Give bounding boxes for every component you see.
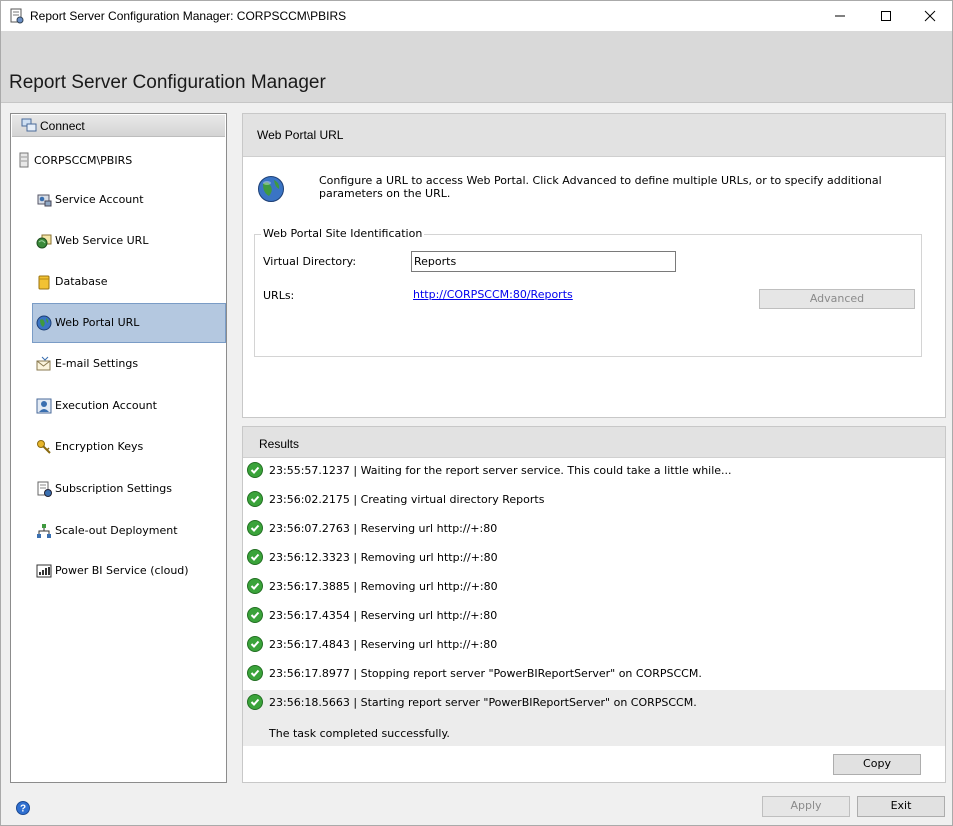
- result-row: 23:56:17.4354 | Reserving url http://+:8…: [243, 603, 945, 631]
- database-icon: [38, 275, 50, 290]
- panel-title: Web Portal URL: [257, 128, 344, 142]
- sidebar-item-subscription-settings[interactable]: Subscription Settings: [32, 469, 226, 509]
- result-text: 23:56:17.3885 | Removing url http://+:80: [269, 580, 498, 593]
- server-icon: [19, 152, 29, 168]
- minimize-icon: [835, 15, 845, 17]
- success-check-icon: [247, 694, 263, 710]
- sidebar-item-label: E-mail Settings: [55, 357, 139, 370]
- result-row: 23:56:18.5663 | Starting report server "…: [243, 690, 945, 746]
- result-row: 23:56:17.8977 | Stopping report server "…: [243, 661, 945, 689]
- connect-button[interactable]: Connect: [12, 115, 225, 137]
- maximize-button[interactable]: [863, 1, 909, 31]
- web-portal-panel: Web Portal URL Configure a URL to access…: [242, 113, 946, 418]
- success-check-icon: [247, 665, 263, 681]
- result-row: 23:56:17.4843 | Reserving url http://+:8…: [243, 632, 945, 660]
- panel-header: Web Portal URL: [243, 114, 945, 157]
- success-check-icon: [247, 578, 263, 594]
- web-service-icon: [36, 234, 52, 249]
- subscription-icon: [37, 481, 52, 497]
- sidebar-item-label: Web Portal URL: [55, 316, 140, 329]
- powerbi-icon: [36, 564, 52, 578]
- sidebar-item-scale-out-deployment[interactable]: Scale-out Deployment: [32, 511, 226, 551]
- success-check-icon: [247, 520, 263, 536]
- sidebar-item-label: Encryption Keys: [55, 440, 144, 453]
- copy-button[interactable]: Copy: [833, 754, 921, 775]
- header-band: Report Server Configuration Manager: [1, 31, 952, 103]
- connect-label: Connect: [40, 119, 85, 133]
- app-icon: [10, 8, 24, 24]
- result-text: 23:55:57.1237 | Waiting for the report s…: [269, 464, 732, 477]
- sidebar-item-execution-account[interactable]: Execution Account: [32, 386, 226, 426]
- virtual-directory-input[interactable]: Reports: [411, 251, 676, 272]
- close-icon: [924, 10, 936, 22]
- sidebar-item-web-portal-url[interactable]: Web Portal URL: [32, 303, 226, 343]
- web-portal-url-link[interactable]: http://CORPSCCM:80/Reports: [413, 288, 573, 301]
- sidebar-item-power-bi-service[interactable]: Power BI Service (cloud): [32, 551, 226, 591]
- completion-message: The task completed successfully.: [269, 727, 450, 740]
- results-title: Results: [259, 437, 300, 451]
- sidebar-item-database[interactable]: Database: [32, 262, 226, 302]
- service-account-icon: [37, 194, 52, 207]
- result-text: 23:56:02.2175 | Creating virtual directo…: [269, 493, 545, 506]
- sidebar-item-label: Subscription Settings: [55, 482, 172, 495]
- globe-icon: [36, 315, 52, 331]
- window-title: Report Server Configuration Manager: COR…: [30, 9, 347, 23]
- result-row: 23:55:57.1237 | Waiting for the report s…: [243, 458, 945, 486]
- result-row: 23:56:07.2763 | Reserving url http://+:8…: [243, 516, 945, 544]
- server-name: CORPSCCM\PBIRS: [34, 154, 133, 167]
- result-row: 23:56:02.2175 | Creating virtual directo…: [243, 487, 945, 515]
- success-check-icon: [247, 491, 263, 507]
- sidebar: Connect CORPSCCM\PBIRS Service Account W…: [10, 113, 227, 783]
- success-check-icon: [247, 462, 263, 478]
- results-header: Results: [243, 427, 945, 458]
- sidebar-item-label: Database: [55, 275, 108, 288]
- result-text: 23:56:18.5663 | Starting report server "…: [269, 696, 697, 709]
- sidebar-item-label: Web Service URL: [55, 234, 149, 247]
- maximize-icon: [881, 11, 891, 21]
- sidebar-item-encryption-keys[interactable]: Encryption Keys: [32, 427, 226, 467]
- result-text: 23:56:17.8977 | Stopping report server "…: [269, 667, 702, 680]
- success-check-icon: [247, 549, 263, 565]
- email-icon: [36, 356, 51, 371]
- success-check-icon: [247, 607, 263, 623]
- sidebar-item-label: Scale-out Deployment: [55, 524, 178, 537]
- results-panel: Results 23:55:57.1237 | Waiting for the …: [242, 426, 946, 783]
- scaleout-icon: [37, 524, 51, 538]
- exit-button[interactable]: Exit: [857, 796, 945, 817]
- group-title: Web Portal Site Identification: [261, 227, 425, 240]
- advanced-button[interactable]: Advanced: [759, 289, 915, 309]
- sidebar-item-email-settings[interactable]: E-mail Settings: [32, 344, 226, 384]
- connect-icon: [21, 118, 37, 132]
- urls-label: URLs:: [263, 289, 295, 302]
- sidebar-item-label: Service Account: [55, 193, 144, 206]
- result-text: 23:56:17.4843 | Reserving url http://+:8…: [269, 638, 498, 651]
- close-button[interactable]: [907, 1, 953, 31]
- result-text: 23:56:17.4354 | Reserving url http://+:8…: [269, 609, 498, 622]
- virtual-directory-label: Virtual Directory:: [263, 255, 357, 268]
- help-icon[interactable]: ?: [16, 801, 30, 815]
- success-check-icon: [247, 636, 263, 652]
- keys-icon: [37, 440, 51, 454]
- execution-account-icon: [36, 398, 52, 414]
- minimize-button[interactable]: [817, 1, 863, 31]
- result-row: 23:56:17.3885 | Removing url http://+:80: [243, 574, 945, 602]
- globe-icon: [258, 176, 284, 202]
- result-text: 23:56:07.2763 | Reserving url http://+:8…: [269, 522, 498, 535]
- main-window: Report Server Configuration Manager: COR…: [0, 0, 953, 826]
- panel-description: Configure a URL to access Web Portal. Cl…: [319, 174, 882, 200]
- title-bar: Report Server Configuration Manager: COR…: [1, 1, 952, 31]
- app-title: Report Server Configuration Manager: [9, 72, 326, 93]
- svg-text:?: ?: [20, 804, 26, 815]
- result-text: 23:56:12.3323 | Removing url http://+:80: [269, 551, 498, 564]
- apply-button[interactable]: Apply: [762, 796, 850, 817]
- result-row: 23:56:12.3323 | Removing url http://+:80: [243, 545, 945, 573]
- sidebar-item-label: Execution Account: [55, 399, 157, 412]
- sidebar-item-web-service-url[interactable]: Web Service URL: [32, 221, 226, 261]
- sidebar-item-label: Power BI Service (cloud): [55, 564, 189, 577]
- sidebar-item-service-account[interactable]: Service Account: [32, 180, 226, 220]
